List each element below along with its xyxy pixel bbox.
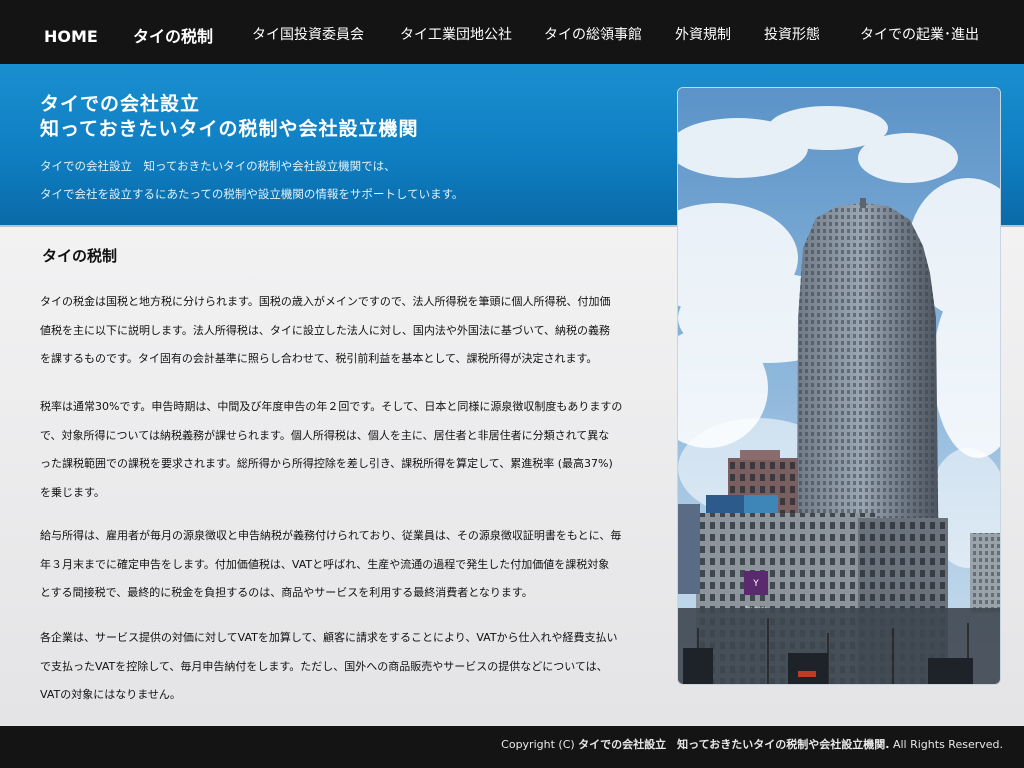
footer-site-name: タイでの会社設立 知っておきたいタイの税制や会社設立機関. bbox=[578, 738, 890, 751]
nav-home[interactable]: HOME bbox=[44, 0, 98, 64]
top-navigation: HOME タイの税制 タイ国投資委員会 タイ工業団地公社 タイの総領事館 外資規… bbox=[0, 0, 1024, 65]
svg-text:Y: Y bbox=[752, 579, 759, 589]
nav-thai-boi[interactable]: タイ国投資委員会 bbox=[252, 0, 364, 64]
paragraph-line: タイの税金は国税と地方税に分けられます。国税の歳入がメインですので、法人所得税を… bbox=[40, 295, 611, 308]
paragraph-line: 給与所得は、雇用者が毎月の源泉徴収と申告納税が義務付けられており、従業員は、その… bbox=[40, 529, 622, 542]
paragraph-line: 値税を主に以下に説明します。法人所得税は、タイに設立した法人に対し、国内法や外国… bbox=[40, 323, 611, 337]
footer-copyright-prefix: Copyright (C) bbox=[501, 738, 579, 751]
footer-copyright: Copyright (C) タイでの会社設立 知っておきたいタイの税制や会社設立… bbox=[501, 726, 1003, 764]
paragraph-line: とする間接税で、最終的に税金を負担するのは、商品やサービスを利用する最終消費者と… bbox=[40, 586, 533, 599]
paragraph-1: タイの税金は国税と地方税に分けられます。国税の歳入がメインですので、法人所得税を… bbox=[40, 288, 645, 374]
paragraph-line: を乗じます。 bbox=[40, 485, 105, 499]
hero-title-line2: 知っておきたいタイの税制や会社設立機関 bbox=[40, 118, 419, 140]
paragraph-3: 給与所得は、雇用者が毎月の源泉徴収と申告納税が義務付けられており、従業員は、その… bbox=[40, 522, 645, 608]
nav-consulate[interactable]: タイの総領事館 bbox=[544, 0, 642, 64]
paragraph-4: 各企業は、サービス提供の対価に対してVATを加算して、顧客に請求をすることにより… bbox=[40, 624, 645, 710]
section-title: タイの税制 bbox=[42, 247, 118, 265]
paragraph-2: 税率は通常30%です。申告時期は、中間及び年度申告の年２回です。そして、日本と同… bbox=[40, 393, 645, 507]
nav-investment-form[interactable]: 投資形態 bbox=[764, 0, 820, 64]
skyscraper-photo: Y Two Pacific bbox=[677, 87, 1001, 685]
hero-description-line1: タイでの会社設立 知っておきたいタイの税制や会社設立機関では、 bbox=[40, 159, 396, 173]
nav-startup-expansion[interactable]: タイでの起業･進出 bbox=[860, 0, 979, 64]
paragraph-line: で支払ったVATを控除して、毎月申告納付をします。ただし、国外への商品販売やサー… bbox=[40, 659, 608, 673]
hero-title: タイでの会社設立 知っておきたいタイの税制や会社設立機関 bbox=[40, 92, 418, 142]
paragraph-line: 税率は通常30%です。申告時期は、中間及び年度申告の年２回です。そして、日本と同… bbox=[40, 400, 623, 413]
nav-tax-system[interactable]: タイの税制 bbox=[133, 0, 213, 64]
paragraph-line: で、対象所得については納税義務が課せられます。個人所得税は、個人を主に、居住者と… bbox=[40, 428, 610, 442]
paragraph-line: 各企業は、サービス提供の対価に対してVATを加算して、顧客に請求をすることにより… bbox=[40, 631, 618, 644]
hero-title-line1: タイでの会社設立 bbox=[40, 93, 201, 115]
nav-ieat[interactable]: タイ工業団地公社 bbox=[400, 0, 512, 64]
nav-foreign-capital-regulation[interactable]: 外資規制 bbox=[675, 0, 731, 64]
paragraph-line: った課税範囲での課税を要求されます。総所得から所得控除を差し引き、課税所得を算定… bbox=[40, 457, 613, 470]
footer: Copyright (C) タイでの会社設立 知っておきたいタイの税制や会社設立… bbox=[0, 726, 1024, 768]
paragraph-line: 年３月末までに確定申告をします。付加価値税は、VATと呼ばれ、生産や流通の過程で… bbox=[40, 557, 610, 571]
hero-description-line2: タイで会社を設立するにあたっての税制や設立機関の情報をサポートしています。 bbox=[40, 187, 464, 201]
paragraph-line: を課するものです。タイ固有の会計基準に照らし合わせて、税引前利益を基本として、課… bbox=[40, 352, 598, 365]
hero-description: タイでの会社設立 知っておきたいタイの税制や会社設立機関では、 タイで会社を設立… bbox=[40, 152, 463, 208]
paragraph-line: VATの対象にはなりません。 bbox=[40, 688, 181, 701]
footer-copyright-suffix: All Rights Reserved. bbox=[889, 738, 1003, 751]
